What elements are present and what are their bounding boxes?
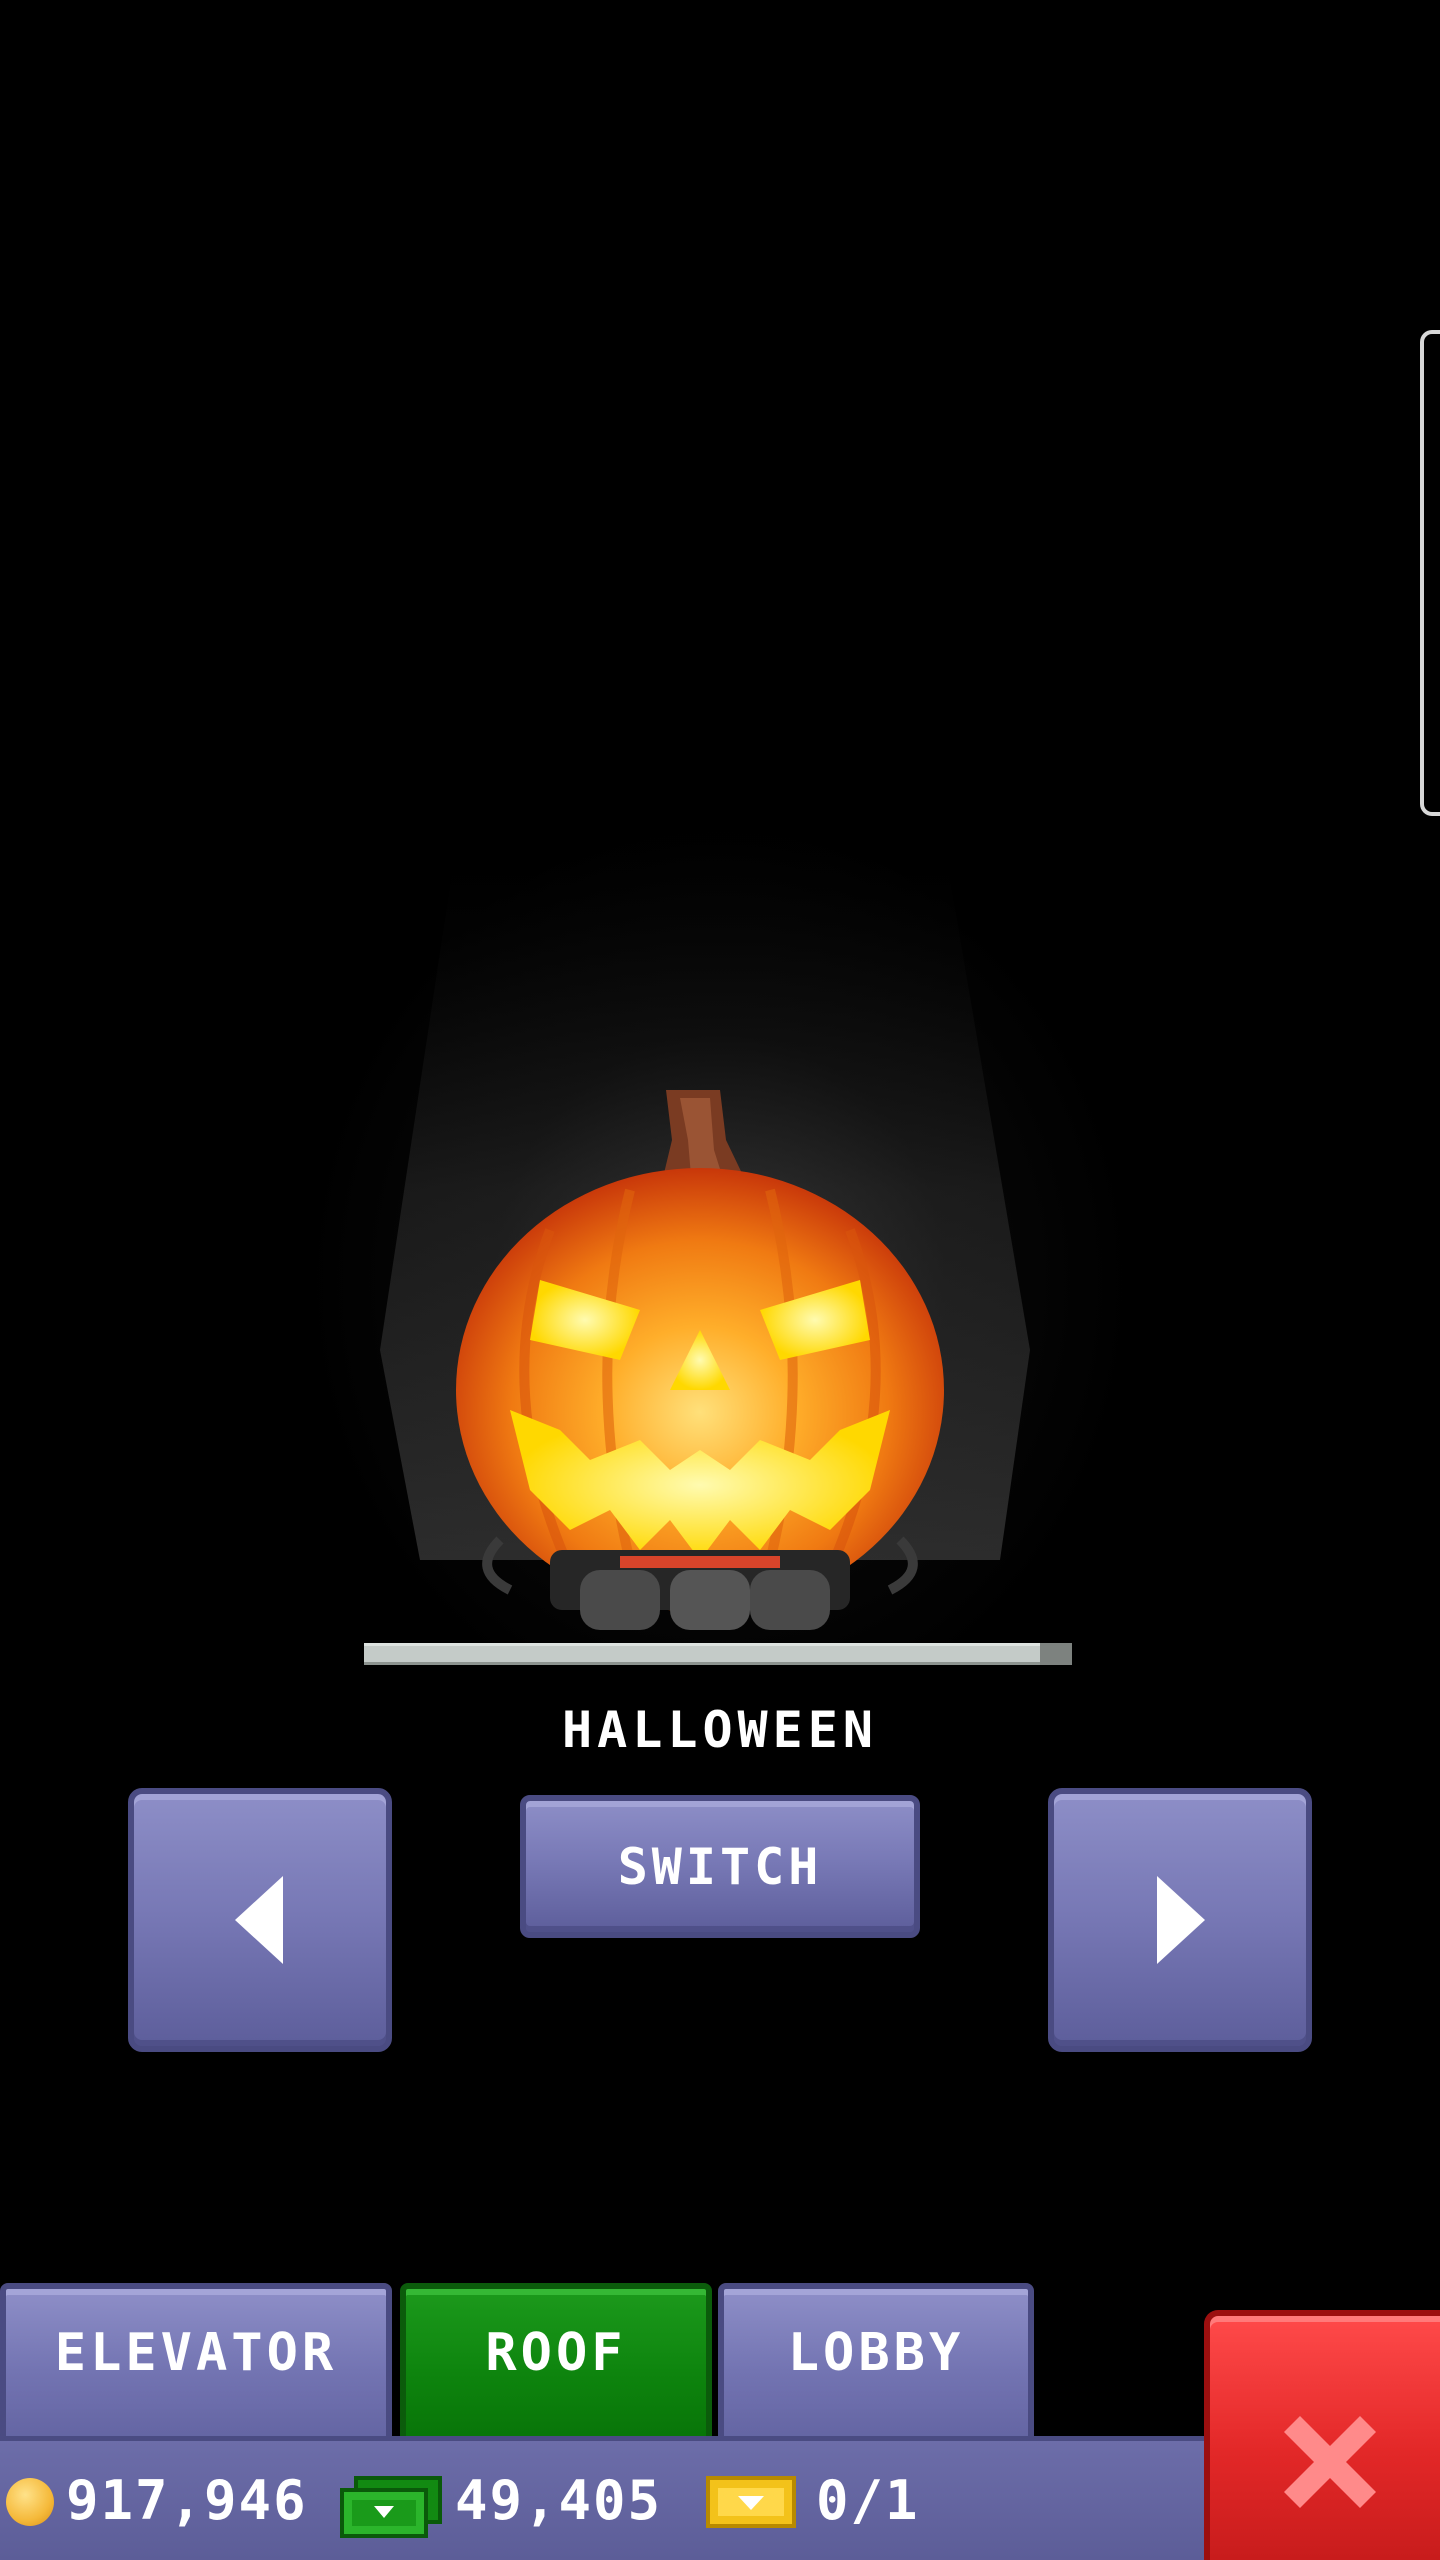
jack-o-lantern-icon xyxy=(430,1070,990,1650)
previous-button[interactable] xyxy=(128,1788,392,2052)
item-name: HALLOWEEN xyxy=(562,1701,878,1759)
display-shelf-end xyxy=(1040,1643,1072,1665)
arrow-left-icon xyxy=(235,1876,283,1964)
tab-lobby[interactable]: LOBBY xyxy=(718,2283,1034,2438)
bux-icon xyxy=(340,2476,442,2538)
next-button[interactable] xyxy=(1048,1788,1312,2052)
bux-value: 49,405 xyxy=(455,2469,663,2532)
arrow-right-icon xyxy=(1157,1876,1205,1964)
display-shelf xyxy=(364,1643,1072,1665)
x-close-icon xyxy=(1284,2416,1376,2508)
close-button[interactable] xyxy=(1204,2310,1440,2560)
switch-button[interactable]: SWITCH xyxy=(520,1795,920,1938)
tab-elevator[interactable]: ELEVATOR xyxy=(0,2283,392,2438)
ticket-icon xyxy=(706,2476,796,2528)
tickets-value: 0/1 xyxy=(816,2469,920,2532)
coin-icon xyxy=(6,2478,54,2526)
tab-roof[interactable]: ROOF xyxy=(400,2283,712,2438)
coins-value: 917,946 xyxy=(66,2469,308,2532)
